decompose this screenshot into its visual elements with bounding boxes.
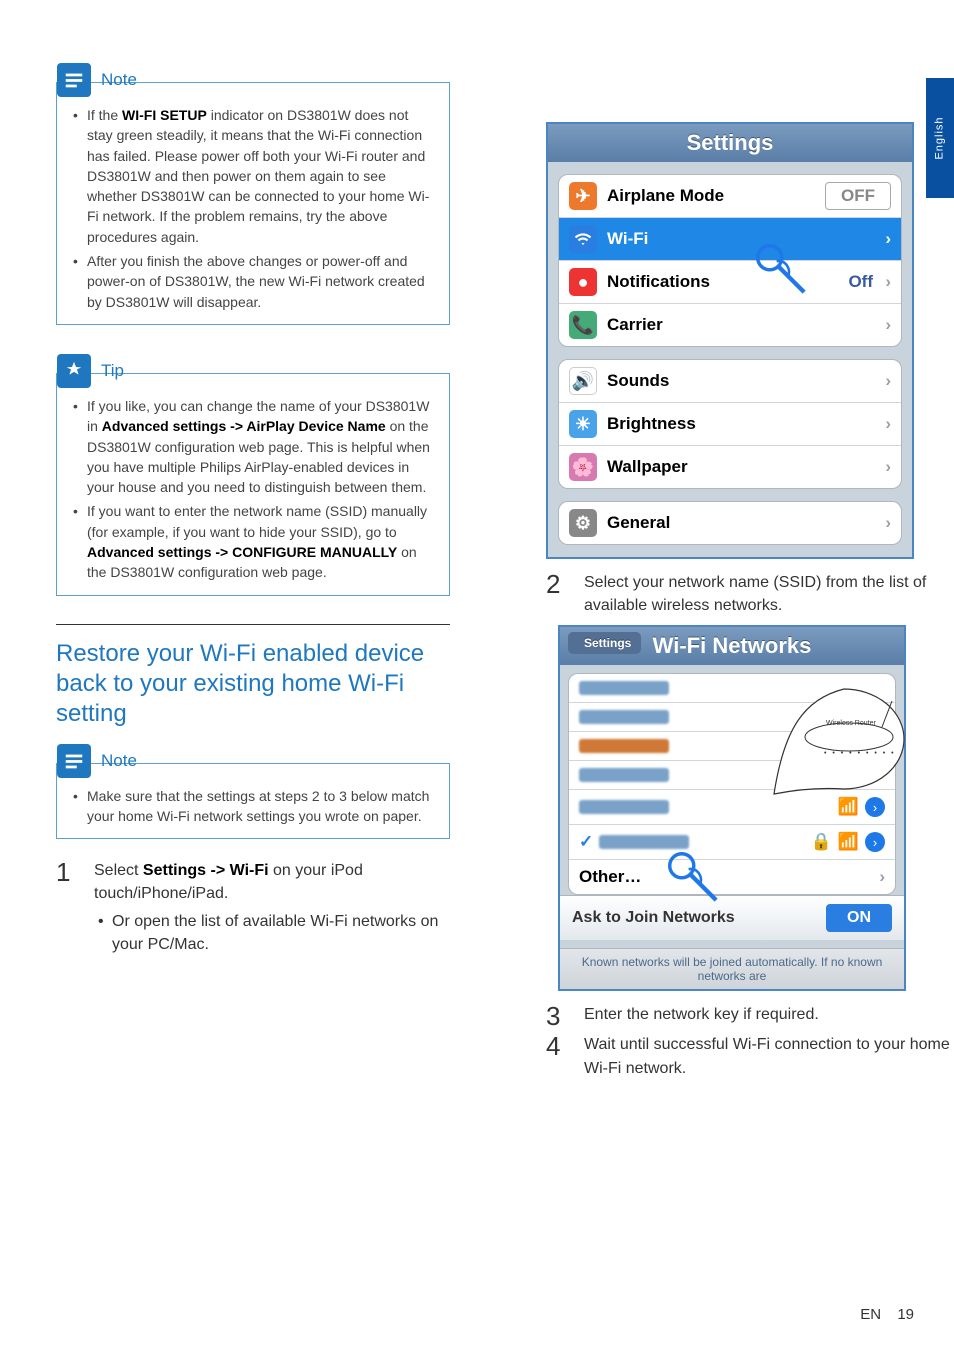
disclosure-icon[interactable]: › [865,797,885,817]
tip-title: Tip [101,361,124,381]
chevron-right-icon: › [885,414,891,434]
row-notifications[interactable]: ● Notifications Off › [559,260,901,303]
footer-page: 19 [897,1306,914,1323]
carrier-icon: 📞 [569,311,597,339]
ask-toggle[interactable]: ON [826,904,892,932]
wifi-other-row[interactable]: Other… › [569,859,895,894]
chevron-right-icon: › [885,272,891,292]
note-callout: Note If the WI-FI SETUP indicator on DS3… [56,82,450,325]
note-icon [57,744,91,778]
wifi-network-row-selected[interactable]: ✓ 🔒 📶 › [569,824,895,859]
tip-item: If you want to enter the network name (S… [69,501,437,582]
notifications-icon: ● [569,268,597,296]
chevron-right-icon: › [885,457,891,477]
wallpaper-icon: 🌸 [569,453,597,481]
row-airplane-mode[interactable]: ✈ Airplane Mode OFF [559,175,901,217]
brightness-icon: ☀ [569,410,597,438]
svg-text:• • • • • • • • •: • • • • • • • • • [824,750,896,757]
chevron-right-icon: › [885,371,891,391]
row-wallpaper[interactable]: 🌸 Wallpaper › [559,445,901,488]
row-brightness[interactable]: ☀ Brightness › [559,402,901,445]
note-icon [57,63,91,97]
step-text: Enter the network key if required. [584,1003,954,1029]
tip-icon [57,354,91,388]
step: 3 Enter the network key if required. [546,1003,954,1029]
row-carrier[interactable]: 📞 Carrier › [559,303,901,346]
step-sub: Or open the list of available Wi-Fi netw… [94,910,450,956]
section-heading: Restore your Wi-Fi enabled device back t… [56,624,450,729]
wifi-foot-text: Known networks will be joined automatica… [560,948,904,989]
disclosure-icon[interactable]: › [865,832,885,852]
step-number: 2 [546,571,566,617]
ios-settings-screenshot: Settings ✈ Airplane Mode OFF Wi-Fi › ● N… [546,122,914,559]
page-footer: EN 19 [860,1306,914,1323]
note-item: After you finish the above changes or po… [69,251,437,312]
chevron-right-icon: › [885,229,891,249]
checkmark-icon: ✓ [579,832,593,852]
step-text: Wait until successful Wi-Fi connection t… [584,1033,954,1079]
step: 4 Wait until successful Wi-Fi connection… [546,1033,954,1079]
row-wifi[interactable]: Wi-Fi › [559,217,901,260]
tip-item: If you like, you can change the name of … [69,396,437,497]
tip-callout: Tip If you like, you can change the name… [56,373,450,596]
general-icon: ⚙ [569,509,597,537]
step-number: 1 [56,859,76,956]
note-callout: Note Make sure that the settings at step… [56,763,450,840]
note-item: If the WI-FI SETUP indicator on DS3801W … [69,105,437,247]
step: 1 Select Settings -> Wi-Fi on your iPod … [56,859,450,956]
note-title: Note [101,70,137,90]
step-number: 3 [546,1003,566,1029]
step: 2 Select your network name (SSID) from t… [546,571,954,617]
wifi-signal-icon: 📶 [838,797,859,817]
ios-wifi-screenshot: Settings Wi-Fi Networks 📶 › ✓ [558,625,906,991]
ios-title: Wi-Fi Networks [653,633,812,658]
row-general[interactable]: ⚙ General › [559,502,901,544]
step-number: 4 [546,1033,566,1079]
svg-text:Wireless Router: Wireless Router [826,720,876,727]
wifi-icon [569,225,597,253]
wifi-signal-icon: 📶 [838,832,859,852]
step-text: Select Settings -> Wi-Fi on your iPod to… [94,862,363,902]
ios-title: Settings [548,124,912,162]
chevron-right-icon: › [885,513,891,533]
airplane-toggle[interactable]: OFF [825,182,891,210]
ask-to-join-row[interactable]: Ask to Join Networks ON [560,895,904,940]
router-illustration: Wireless Router • • • • • • • • • [764,659,914,799]
note-item: Make sure that the settings at steps 2 t… [69,786,437,827]
chevron-right-icon: › [885,315,891,335]
sounds-icon: 🔊 [569,367,597,395]
footer-lang: EN [860,1306,881,1323]
airplane-icon: ✈ [569,182,597,210]
lock-icon: 🔒 [811,832,832,852]
note-title: Note [101,751,137,771]
row-sounds[interactable]: 🔊 Sounds › [559,360,901,402]
chevron-right-icon: › [879,867,885,887]
step-text: Select your network name (SSID) from the… [584,571,954,617]
back-button[interactable]: Settings [568,632,641,654]
